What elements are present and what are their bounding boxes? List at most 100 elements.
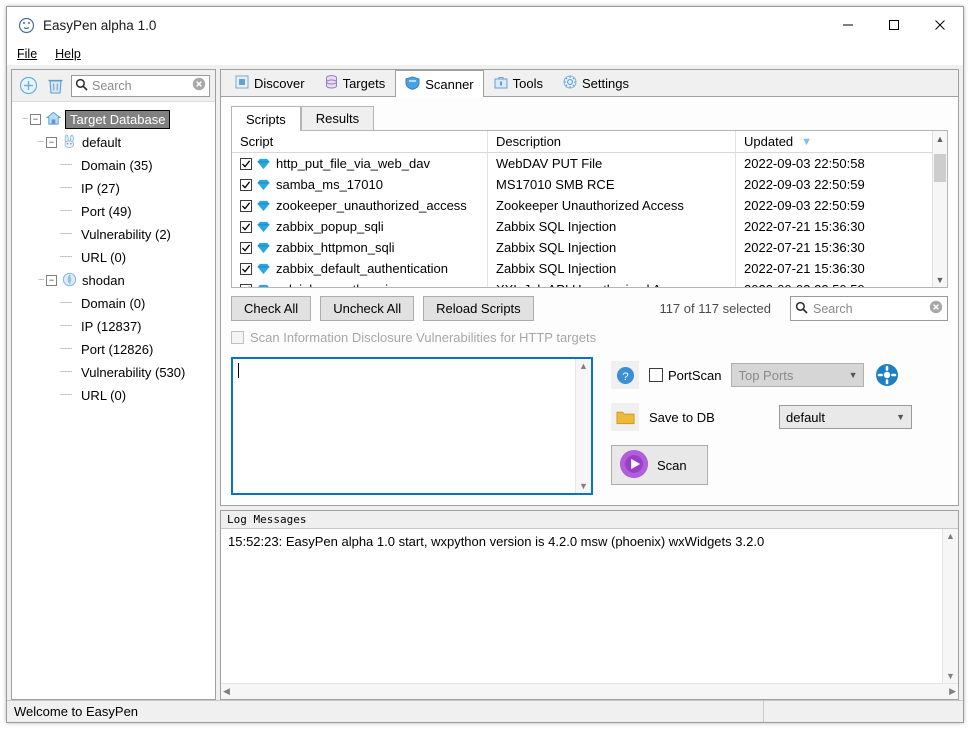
tree-item-url-shodan[interactable]: ┈┈ URL (0) — [12, 384, 215, 407]
target-tree[interactable]: ┈ − Target Database ┈ − — [12, 102, 215, 699]
tree-item-vulnerability-default[interactable]: ┈┈ Vulnerability (2) — [12, 223, 215, 246]
tree-item-target-database[interactable]: ┈ − Target Database — [12, 108, 215, 131]
save-to-db-select[interactable]: default ▼ — [779, 405, 912, 429]
tree-item-ip-default[interactable]: ┈┈ IP (27) — [12, 177, 215, 200]
tree-item-label: Port (12826) — [81, 342, 153, 357]
portscan-select[interactable]: Top Ports ▼ — [731, 363, 864, 387]
clear-circle-icon[interactable] — [192, 77, 206, 94]
script-list[interactable]: Script Description Updated ▼ http_put_fi… — [231, 130, 948, 288]
search-icon — [795, 301, 808, 317]
table-row[interactable]: samba_ms_17010MS17010 SMB RCE2022-09-03 … — [232, 174, 947, 195]
script-search-input[interactable]: Search — [790, 296, 948, 321]
table-row[interactable]: http_put_file_via_web_davWebDAV PUT File… — [232, 153, 947, 174]
scroll-up-icon[interactable]: ▲ — [933, 131, 948, 146]
target-input-body[interactable] — [233, 359, 575, 493]
tab-scanner[interactable]: Scanner — [395, 70, 483, 97]
clear-circle-icon[interactable] — [929, 300, 943, 317]
tree-expander[interactable]: − — [46, 275, 57, 286]
script-updated-cell: 2022-07-21 15:36:30 — [736, 258, 947, 279]
column-header-updated[interactable]: Updated ▼ — [736, 131, 947, 152]
scroll-left-icon[interactable]: ◀ — [223, 686, 230, 697]
row-checkbox[interactable] — [240, 284, 252, 288]
help-icon[interactable]: ? — [611, 361, 639, 389]
menu-file[interactable]: File — [17, 47, 37, 61]
scroll-down-icon[interactable]: ▼ — [946, 671, 955, 681]
table-row[interactable]: zookeeper_unauthorized_accessZookeeper U… — [232, 195, 947, 216]
scroll-right-icon[interactable]: ▶ — [949, 686, 956, 697]
menu-help-label: Help — [55, 47, 81, 61]
check-all-button[interactable]: Check All — [231, 296, 311, 321]
info-disclosure-option[interactable]: Scan Information Disclosure Vulnerabilit… — [231, 330, 948, 345]
portscan-checkbox-group[interactable]: PortScan — [649, 368, 721, 383]
scrollbar-thumb[interactable] — [934, 154, 946, 182]
log-horizontal-scrollbar[interactable]: ◀ ▶ — [221, 683, 958, 699]
save-to-db-label: Save to DB — [649, 410, 715, 425]
tree-dash: ┈┈ — [60, 160, 72, 171]
target-input[interactable]: ▲ ▼ — [231, 357, 593, 495]
sidebar-search-placeholder: Search — [92, 79, 188, 93]
tree-item-port-shodan[interactable]: ┈┈ Port (12826) — [12, 338, 215, 361]
close-button[interactable] — [917, 7, 963, 43]
table-row[interactable]: zabbix_popup_sqliZabbix SQL Injection202… — [232, 216, 947, 237]
tree-expander[interactable]: − — [46, 137, 57, 148]
info-disclosure-checkbox[interactable] — [231, 331, 244, 344]
tree-item-shodan[interactable]: ┈ − shodan — [12, 269, 215, 292]
table-row[interactable]: zabbix_httpmon_sqliZabbix SQL Injection2… — [232, 237, 947, 258]
table-row[interactable]: zabbix_default_authenticationZabbix SQL … — [232, 258, 947, 279]
maximize-button[interactable] — [871, 7, 917, 43]
portscan-settings-gear-icon[interactable] — [874, 362, 900, 388]
tree-item-vulnerability-shodan[interactable]: ┈┈ Vulnerability (530) — [12, 361, 215, 384]
table-row[interactable]: xxl_job_unauth_apiXXL Job API Unauthoriz… — [232, 279, 947, 287]
portscan-checkbox[interactable] — [649, 368, 663, 382]
scroll-down-icon[interactable]: ▼ — [579, 481, 588, 491]
scroll-up-icon[interactable]: ▲ — [946, 531, 955, 541]
window-controls — [825, 7, 963, 43]
column-header-script[interactable]: Script — [232, 131, 488, 152]
tree-item-ip-shodan[interactable]: ┈┈ IP (12837) — [12, 315, 215, 338]
trash-icon[interactable] — [44, 75, 66, 97]
row-checkbox[interactable] — [240, 221, 252, 233]
tree-dash: ┈┈ — [60, 229, 72, 240]
tab-tools[interactable]: Tools — [484, 70, 553, 96]
tree-item-url-default[interactable]: ┈┈ URL (0) — [12, 246, 215, 269]
scan-options: ? PortScan Top Ports ▼ — [611, 357, 948, 495]
menu-help[interactable]: Help — [55, 47, 81, 61]
scan-button[interactable]: Scan — [611, 445, 708, 485]
tree-item-label: Vulnerability (2) — [81, 227, 171, 242]
sidebar-search-input[interactable]: Search — [71, 75, 210, 97]
minimize-button[interactable] — [825, 7, 871, 43]
row-checkbox[interactable] — [240, 179, 252, 191]
search-icon — [75, 78, 88, 94]
row-checkbox[interactable] — [240, 263, 252, 275]
reload-scripts-button[interactable]: Reload Scripts — [423, 296, 534, 321]
subtab-scripts[interactable]: Scripts — [231, 106, 301, 131]
info-disclosure-label: Scan Information Disclosure Vulnerabilit… — [250, 330, 596, 345]
column-header-description[interactable]: Description — [488, 131, 736, 152]
uncheck-all-button[interactable]: Uncheck All — [320, 296, 414, 321]
plus-circle-icon[interactable] — [17, 75, 39, 97]
scroll-down-icon[interactable]: ▼ — [933, 272, 948, 287]
tab-settings[interactable]: Settings — [553, 70, 639, 96]
row-checkbox[interactable] — [240, 200, 252, 212]
tab-targets[interactable]: Targets — [315, 70, 396, 96]
log-vertical-scrollbar[interactable]: ▲ ▼ — [942, 529, 958, 683]
tab-discover[interactable]: Discover — [225, 70, 315, 96]
tree-item-port-default[interactable]: ┈┈ Port (49) — [12, 200, 215, 223]
toolbox-icon — [494, 75, 508, 92]
tree-expander[interactable]: − — [30, 114, 41, 125]
scrollbar-track[interactable] — [933, 146, 947, 272]
script-list-scrollbar[interactable]: ▲ ▼ — [932, 131, 947, 287]
tree-item-default[interactable]: ┈ − default — [12, 131, 215, 154]
folder-icon[interactable] — [611, 403, 639, 431]
tree-item-domain-default[interactable]: ┈┈ Domain (35) — [12, 154, 215, 177]
tree-item-domain-shodan[interactable]: ┈┈ Domain (0) — [12, 292, 215, 315]
script-updated-cell: 2022-09-03 22:50:59 — [736, 279, 947, 287]
tree-dash: ┈ — [38, 275, 44, 286]
script-list-rows: http_put_file_via_web_davWebDAV PUT File… — [232, 153, 947, 287]
scroll-up-icon[interactable]: ▲ — [579, 361, 588, 371]
text-caret — [238, 363, 239, 378]
row-checkbox[interactable] — [240, 242, 252, 254]
target-input-scrollbar[interactable]: ▲ ▼ — [575, 359, 591, 493]
row-checkbox[interactable] — [240, 158, 252, 170]
subtab-results[interactable]: Results — [301, 106, 374, 130]
